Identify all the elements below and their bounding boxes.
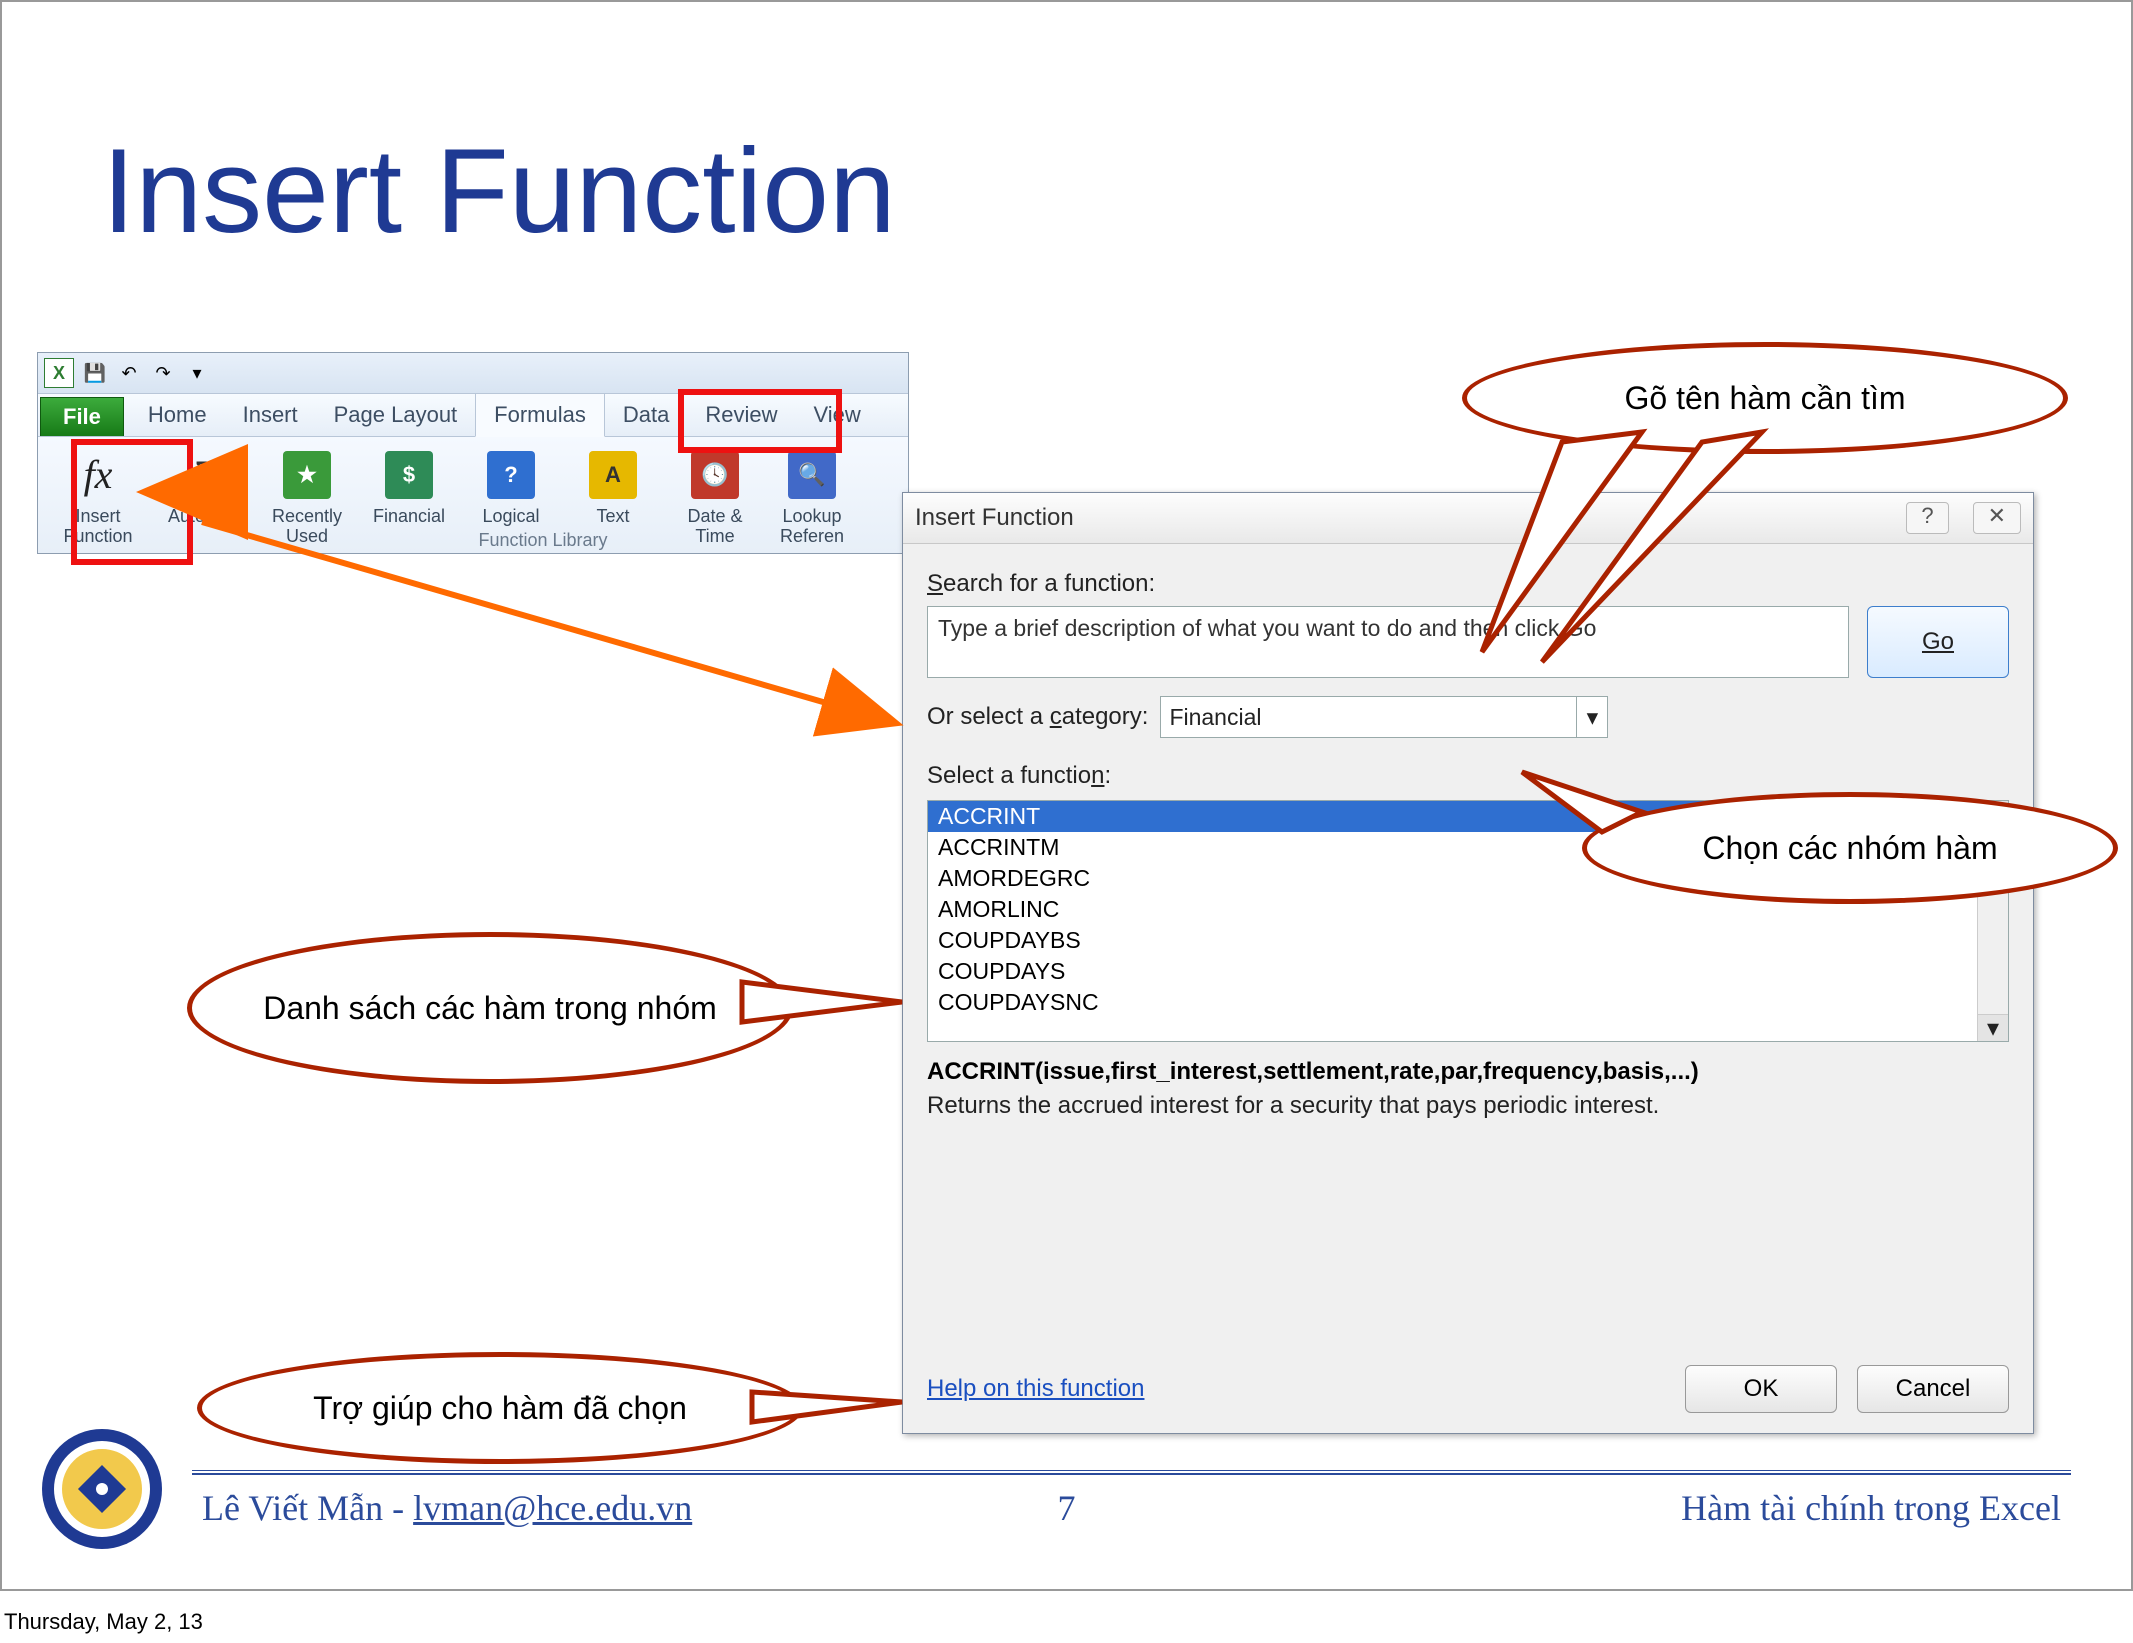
cancel-button[interactable]: Cancel [1857, 1365, 2009, 1413]
text-button[interactable]: A Text [562, 443, 664, 531]
excel-ribbon: X 💾 ↶ ↷ ▾ File Home Insert Page Layout F… [37, 352, 909, 554]
qat-dropdown-icon[interactable]: ▾ [184, 360, 210, 386]
tab-home[interactable]: Home [130, 394, 225, 436]
select-function-label: Select a function: [927, 762, 2009, 790]
insert-function-button[interactable]: fx Insert Function [42, 443, 154, 551]
insert-function-label: Insert Function [63, 507, 132, 547]
list-item[interactable]: COUPDAYSNC [928, 987, 1977, 1018]
text-label: Text [596, 507, 629, 527]
window-buttons: ? ✕ [1906, 502, 2021, 534]
dialog-titlebar: Insert Function ? ✕ [903, 493, 2033, 544]
autosum-label: AutoSum [168, 507, 242, 527]
search-label: Search for a function: [927, 570, 2009, 598]
search-input[interactable]: Type a brief description of what you wan… [927, 606, 1849, 678]
chevron-down-icon[interactable]: ▾ [1576, 697, 1607, 737]
quick-access-toolbar: X 💾 ↶ ↷ ▾ [38, 353, 908, 394]
list-item[interactable]: COUPDAYBS [928, 925, 1977, 956]
go-button[interactable]: Go [1867, 606, 2009, 678]
footer-rule [192, 1470, 2071, 1471]
callout-list: Danh sách các hàm trong nhóm [187, 932, 793, 1084]
slide-title: Insert Function [102, 122, 896, 260]
tab-review[interactable]: Review [687, 394, 795, 436]
dialog-buttons: OK Cancel [1685, 1365, 2009, 1413]
logical-label: Logical [482, 507, 539, 527]
scroll-down-icon[interactable]: ▾ [1978, 1014, 2008, 1041]
insert-function-dialog: Insert Function ? ✕ Search for a functio… [902, 492, 2034, 1434]
lookup-book-icon: 🔍 [784, 447, 840, 503]
financial-button[interactable]: $ Financial [358, 443, 460, 531]
text-book-icon: A [585, 447, 641, 503]
category-value: Financial [1169, 704, 1261, 731]
search-row: Type a brief description of what you wan… [927, 606, 2009, 678]
logical-button[interactable]: ? Logical [460, 443, 562, 531]
callout-help: Trợ giúp cho hàm đã chọn [197, 1352, 803, 1464]
ribbon-body: fx Insert Function Σ AutoSum ★ Recently … [38, 437, 908, 553]
tab-view[interactable]: View [795, 394, 878, 436]
footer-topic: Hàm tài chính trong Excel [1681, 1487, 2061, 1529]
footer-author: Lê Viết Mẫn - lvman@hce.edu.vn [202, 1487, 692, 1529]
fx-icon: fx [70, 447, 126, 503]
footer-email: lvman@hce.edu.vn [413, 1488, 692, 1528]
dialog-title: Insert Function [915, 504, 1074, 532]
category-label: Or select a category: [927, 703, 1148, 731]
question-book-icon: ? [483, 447, 539, 503]
footer-rule [192, 1473, 2071, 1475]
clock-book-icon: 🕓 [687, 447, 743, 503]
university-logo [42, 1429, 162, 1549]
page-number: 7 [1058, 1487, 1076, 1529]
tab-insert[interactable]: Insert [225, 394, 316, 436]
callout-search: Gõ tên hàm cần tìm [1462, 342, 2068, 454]
sigma-icon: Σ [177, 447, 233, 503]
list-item[interactable]: COUPDAYS [928, 956, 1977, 987]
autosum-button[interactable]: Σ AutoSum [154, 443, 256, 531]
category-row: Or select a category: Financial ▾ [927, 696, 2009, 738]
ok-button[interactable]: OK [1685, 1365, 1837, 1413]
redo-icon[interactable]: ↷ [150, 360, 176, 386]
save-icon[interactable]: 💾 [82, 360, 108, 386]
undo-icon[interactable]: ↶ [116, 360, 142, 386]
money-book-icon: $ [381, 447, 437, 503]
close-icon[interactable]: ✕ [1973, 502, 2021, 534]
slide: Insert Function X 💾 ↶ ↷ ▾ File Home Inse… [0, 0, 2133, 1591]
function-signature: ACCRINT(issue,first_interest,settlement,… [927, 1058, 2009, 1086]
file-tab[interactable]: File [40, 397, 124, 436]
function-description: Returns the accrued interest for a secur… [927, 1092, 2009, 1120]
help-button-icon[interactable]: ? [1906, 502, 1948, 534]
star-book-icon: ★ [279, 447, 335, 503]
dialog-footer: Help on this function OK Cancel [927, 1365, 2009, 1413]
financial-label: Financial [373, 507, 445, 527]
help-link[interactable]: Help on this function [927, 1375, 1144, 1403]
group-label: Function Library [188, 530, 898, 551]
callout-category: Chọn các nhóm hàm [1582, 792, 2118, 904]
excel-icon: X [44, 358, 74, 388]
ribbon-tabs: File Home Insert Page Layout Formulas Da… [38, 394, 908, 437]
tab-formulas[interactable]: Formulas [475, 393, 605, 437]
tab-page-layout[interactable]: Page Layout [316, 394, 476, 436]
slide-date: Thursday, May 2, 13 [4, 1609, 203, 1635]
tab-data[interactable]: Data [605, 394, 687, 436]
category-select[interactable]: Financial ▾ [1160, 696, 1608, 738]
